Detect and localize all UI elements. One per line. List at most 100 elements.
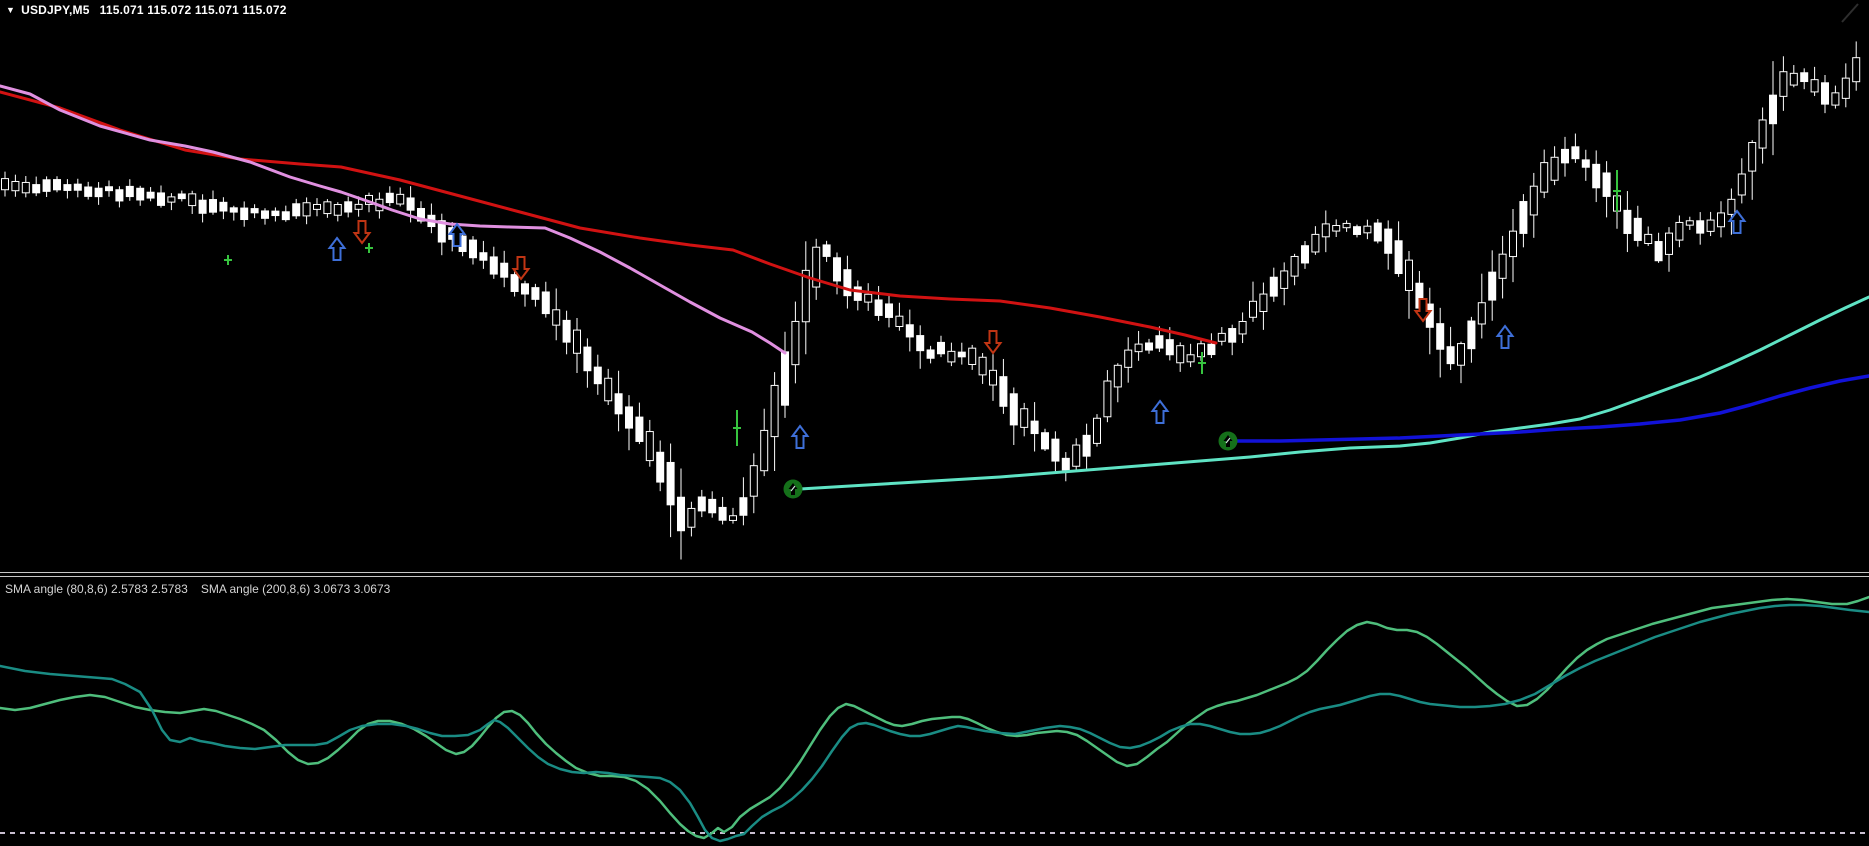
candle-body-bear [125, 185, 134, 198]
candle-body-bear [198, 199, 207, 214]
candle-body-bear [677, 496, 685, 532]
candle-body-bull [1748, 142, 1757, 172]
candle-body-bear [957, 351, 966, 358]
candle-body-bull [1342, 222, 1351, 229]
candle-body-bear [781, 351, 789, 406]
candle-body-bear [1571, 146, 1580, 160]
candle-body-bull [1737, 173, 1746, 196]
candle-body-bear [105, 186, 113, 192]
chart-symbol-timeframe: USDJPY,M5 [21, 3, 90, 17]
candle-body-bull [1113, 364, 1122, 388]
candle-body-bull [1675, 221, 1684, 241]
ma-violet-line [0, 84, 787, 355]
candle-body-bull [1831, 92, 1840, 106]
candle-body-bear [739, 497, 748, 516]
candle-body-bull [645, 431, 654, 462]
candle-body-bear [489, 256, 498, 275]
candle-body-bear [1633, 217, 1642, 241]
candle-body-bull [1457, 343, 1465, 366]
candle-body-bear [1446, 346, 1455, 365]
candle-body-bear [469, 239, 477, 259]
candle-body-bear [926, 349, 935, 359]
candle-body-bear [1467, 320, 1476, 350]
candle-body-bull [396, 193, 405, 205]
indicator-subwindow-canvas[interactable] [0, 577, 1869, 846]
moving-average-layer [0, 84, 1869, 491]
price-chart-canvas[interactable] [0, 0, 1869, 572]
sma-angle-line-80 [0, 595, 1869, 840]
candle-body-bear [510, 274, 519, 292]
candle-body-bull [1134, 343, 1143, 353]
candle-body-bear [42, 179, 51, 192]
candle-body-bear [625, 406, 633, 429]
candle-body-bull [968, 347, 977, 365]
candle-body-bull [1249, 300, 1257, 318]
candle-body-bear [1207, 343, 1216, 356]
candle-body-bear [822, 244, 831, 257]
candle-body-bull [21, 181, 30, 194]
buy-signal-arrow-icon [327, 236, 347, 261]
candle-body-bear [697, 496, 706, 512]
candle-body-bear [209, 199, 217, 213]
candle-body-bull [1717, 212, 1725, 228]
doji-layer [224, 170, 1621, 446]
candle-body-bear [146, 191, 155, 199]
candle-body-bull [188, 193, 197, 207]
buy-signal-arrow-icon [1495, 324, 1515, 349]
candle-body-bull [1852, 57, 1861, 83]
chart-menu-icon[interactable]: ▼ [6, 5, 15, 15]
candle-body-bear [281, 211, 290, 221]
candle-body-bear [1602, 172, 1611, 197]
candle-body-bull [604, 377, 613, 402]
candle-body-bear [1030, 420, 1039, 435]
candle-body-bull [1020, 408, 1029, 428]
candle-body-bull [1363, 225, 1372, 234]
candle-body-bear [843, 269, 852, 297]
candle-body-bear [32, 184, 41, 194]
candle-body-bull [1217, 332, 1226, 342]
indicator-label-sma80: SMA angle (80,8,6) 2.5783 2.5783 [5, 582, 188, 596]
candle-body-bear [53, 179, 61, 191]
candle-body-bull [1779, 71, 1788, 97]
candle-body-bear [1145, 342, 1153, 351]
candle-body-bull [1072, 444, 1081, 467]
candle-body-bear [292, 203, 301, 217]
candle-body-bear [73, 183, 82, 191]
candle-body-bull [1176, 345, 1185, 364]
candle-body-bear [500, 262, 509, 278]
candle-body-bear [479, 252, 488, 261]
candle-body-bull [1, 178, 9, 191]
candle-body-bull [1280, 270, 1289, 289]
candle-body-bull [791, 320, 800, 366]
candle-body-bear [1082, 434, 1091, 457]
candle-body-bull [1841, 77, 1850, 99]
candle-body-bear [240, 207, 249, 221]
candle-body-bear [916, 335, 925, 352]
candle-body-bear [1581, 159, 1590, 168]
candle-body-bull [302, 202, 311, 217]
candle-body-bear [1041, 432, 1049, 450]
buy-signal-arrow-icon [1150, 399, 1170, 424]
candle-body-bull [1238, 320, 1247, 335]
candle-body-bear [1592, 163, 1601, 189]
candle-body-bull [760, 429, 769, 472]
chart-title: ▼ USDJPY,M5 115.071 115.072 115.071 115.07… [6, 3, 287, 17]
candle-body-bull [573, 329, 581, 354]
candle-body-bull [1405, 259, 1413, 291]
candle-body-bull [1758, 119, 1767, 149]
candle-body-bear [583, 346, 592, 372]
candle-body-bear [708, 498, 717, 514]
chart-ohlc-quotes: 115.071 115.072 115.071 115.072 [99, 3, 287, 17]
candle-body-bear [177, 193, 186, 200]
candle-body-bear [521, 283, 529, 295]
candle-body-bull [1665, 232, 1673, 255]
candle-body-bear [63, 184, 72, 191]
candle-body-bear [635, 416, 644, 442]
panel-separator[interactable] [0, 572, 1869, 577]
mt4-chart-window: ▼ USDJPY,M5 115.071 115.072 115.071 115.07… [0, 0, 1869, 846]
candle-body-bear [1061, 457, 1070, 471]
candle-body-bull [323, 201, 332, 215]
candle-body-bear [1654, 241, 1663, 262]
candle-body-bear [250, 208, 259, 214]
candle-body-bull [1290, 255, 1299, 277]
